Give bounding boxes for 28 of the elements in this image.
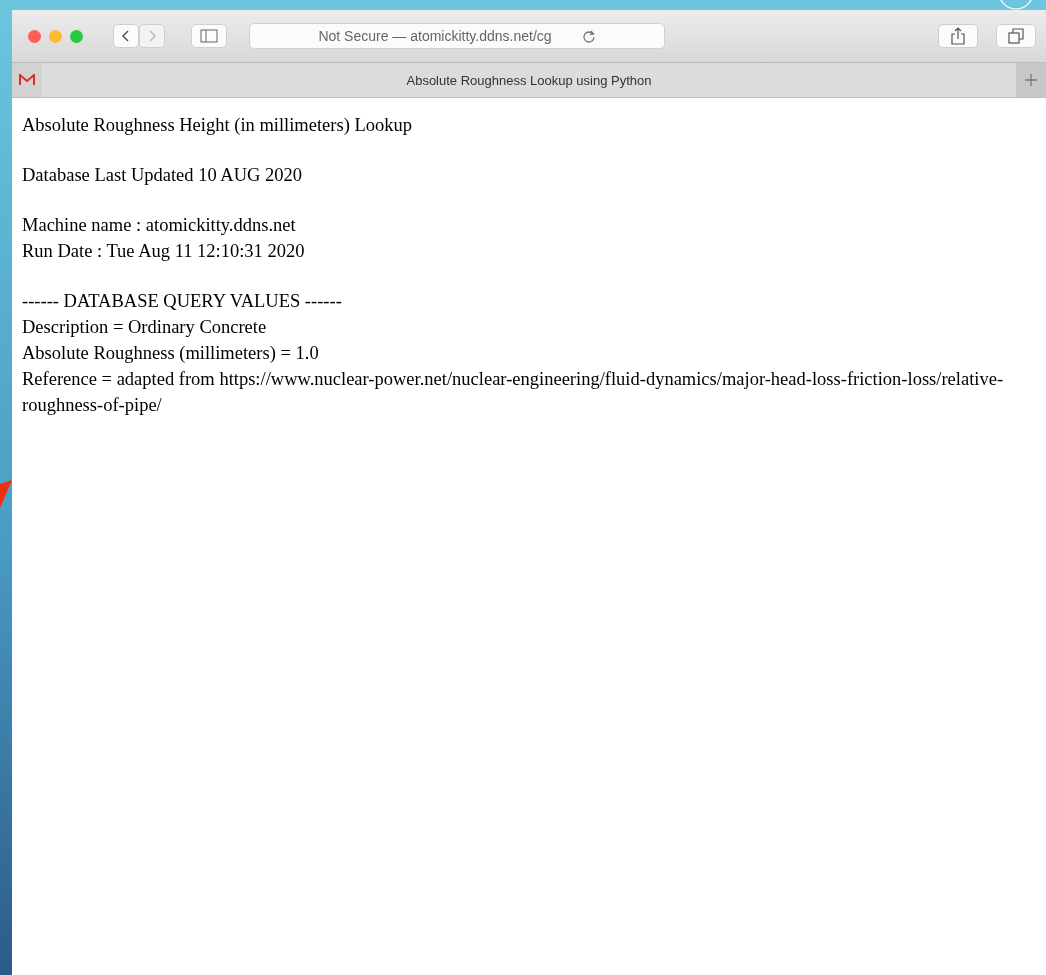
- forward-button[interactable]: [139, 24, 165, 48]
- plus-icon: [1024, 73, 1038, 87]
- page-text: Reference = adapted from https://www.nuclear-power.net/nuclear-engineering/fluid-dynamics/major-head-loss-friction-loss/relative-roughness-of-pipe/: [22, 368, 1005, 417]
- browser-tab[interactable]: Absolute Roughness Lookup using Python: [42, 63, 1016, 97]
- page-text: Database Last Updated 10 AUG 2020: [22, 164, 303, 187]
- address-text: Not Secure — atomickitty.ddns.net/cg: [318, 28, 552, 44]
- zoom-button[interactable]: [70, 29, 83, 43]
- close-button[interactable]: [28, 29, 41, 43]
- page-text: Absolute Roughness (millimeters) = 1.0: [22, 342, 320, 365]
- new-tab-button[interactable]: [1016, 63, 1046, 97]
- page-text: Description = Ordinary Concrete: [22, 316, 268, 339]
- tabs-icon: [1008, 28, 1024, 44]
- address-field[interactable]: Not Secure — atomickitty.ddns.net/cg: [249, 23, 665, 49]
- share-button[interactable]: [938, 24, 978, 48]
- back-icon: [121, 29, 131, 43]
- page-text: Machine name : atomickitty.ddns.net: [22, 214, 297, 237]
- share-icon: [951, 27, 965, 45]
- sidebar-icon: [200, 29, 218, 43]
- forward-icon: [147, 29, 157, 43]
- page-text: ------ DATABASE QUERY VALUES ------: [22, 290, 343, 313]
- reload-icon: [581, 29, 596, 43]
- mail-icon: [19, 74, 35, 86]
- page-text: Absolute Roughness Height (in millimeters) Lookup: [22, 114, 413, 137]
- minimize-button[interactable]: [49, 29, 62, 43]
- sidebar-button[interactable]: [191, 24, 227, 48]
- tabs-button[interactable]: [996, 24, 1036, 48]
- back-button[interactable]: [113, 24, 139, 48]
- page-text: Run Date : Tue Aug 11 12:10:31 2020: [22, 240, 306, 263]
